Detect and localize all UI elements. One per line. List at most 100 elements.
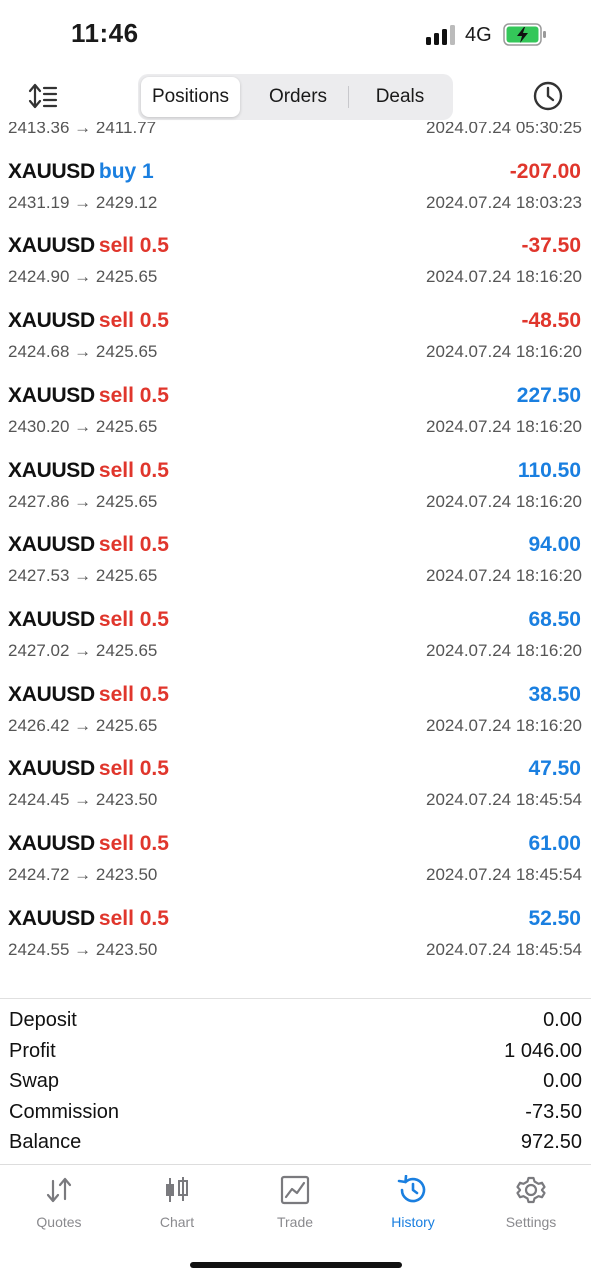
tab-trade[interactable]: Trade (236, 1175, 354, 1239)
deal-side: sell 0.5 (98, 309, 169, 333)
deal-profit: -48.50 (521, 309, 581, 333)
symbol-name: XAUUSD (8, 533, 95, 557)
deal-prices: 2424.55 → 2423.50 (8, 939, 158, 959)
deal-side: sell 0.5 (98, 533, 169, 557)
deal-datetime: 2024.07.24 18:16:20 (426, 715, 582, 735)
tab-history[interactable]: History (354, 1175, 472, 1239)
deal-side: sell 0.5 (98, 234, 169, 258)
tab-chart-label: Chart (159, 1214, 195, 1230)
deal-profit: 61.00 (528, 832, 581, 855)
summary-label: Swap (9, 1070, 60, 1092)
symbol-name: XAUUSD (8, 159, 95, 183)
tab-orders[interactable]: Orders (248, 77, 348, 117)
deal-prices: 2427.86 → 2425.65 (8, 491, 158, 511)
deal-side: sell 0.5 (98, 757, 169, 781)
deal-datetime: 2024.07.24 18:16:20 (426, 342, 582, 362)
deal-symbol: XAUUSD sell 0.5 (8, 384, 169, 408)
deal-datetime: 2024.07.24 18:03:23 (426, 192, 582, 212)
segmented-control: Positions Orders Deals (138, 74, 453, 120)
home-indicator (190, 1262, 402, 1268)
deal-symbol: XAUUSD sell 0.5 (8, 608, 169, 632)
deal-datetime: 2024.07.24 18:45:54 (426, 865, 582, 884)
deal-row[interactable]: XAUUSD sell 0.5 52.50 2424.55 → 2423.50 2024… (0, 900, 591, 975)
summary-value: 1 046.00 (504, 1039, 582, 1062)
summary-row-deposit: Deposit 0.00 (0, 1007, 591, 1037)
deal-row[interactable]: XAUUSD sell 0.5 47.50 2424.45 → 2423.50 2024… (0, 750, 591, 825)
deal-profit: 52.50 (528, 906, 581, 930)
deal-symbol: XAUUSD sell 0.5 (8, 907, 169, 931)
deal-profit: 68.50 (528, 607, 581, 631)
clock-icon[interactable] (532, 80, 564, 112)
deal-datetime: 2024.07.24 18:16:20 (426, 491, 582, 511)
deals-list[interactable]: XAUUSDsell 0.579.502413.36 → 2411.772024… (0, 122, 591, 998)
symbol-name: XAUUSD (8, 234, 95, 258)
deal-side: sell 0.5 (98, 607, 169, 631)
deal-profit: 94.00 (528, 533, 581, 557)
deal-prices: 2424.72 → 2423.50 (8, 865, 158, 884)
deal-side: sell 0.5 (98, 682, 169, 706)
summary-row-profit: Profit 1 046.00 (0, 1038, 591, 1068)
symbol-name: XAUUSD (8, 832, 95, 855)
deal-symbol: XAUUSD sell 0.5 (8, 533, 169, 557)
deal-symbol: XAUUSD sell 0.5 (8, 309, 169, 333)
symbol-name: XAUUSD (8, 757, 95, 781)
deal-row[interactable]: XAUUSD sell 0.5 -37.50 2424.90 → 2425.65 202… (0, 227, 591, 302)
deal-prices: 2430.20 → 2425.65 (8, 416, 158, 436)
deal-datetime: 2024.07.24 18:16:20 (426, 640, 582, 660)
deal-prices: 2427.53 → 2425.65 (8, 566, 158, 586)
deal-profit: -207.00 (509, 159, 581, 183)
history-icon (397, 1175, 426, 1203)
deal-profit: 227.50 (516, 383, 581, 407)
deal-row[interactable]: XAUUSD sell 0.5 38.50 2426.42 → 2425.65 2024… (0, 676, 591, 751)
trade-icon (280, 1175, 310, 1205)
summary-label: Balance (9, 1131, 82, 1153)
tab-settings-label: Settings (505, 1214, 557, 1230)
deal-symbol: XAUUSD sell 0.5 (8, 459, 169, 483)
deal-prices: 2426.42 → 2425.65 (8, 715, 158, 735)
symbol-name: XAUUSD (8, 906, 95, 930)
summary-label: Profit (9, 1039, 56, 1062)
deal-prices: 2424.68 → 2425.65 (8, 342, 158, 362)
tab-positions[interactable]: Positions (141, 77, 240, 117)
summary-row-commission: Commission -73.50 (0, 1099, 591, 1129)
deal-row[interactable]: XAUUSD buy 1 -207.00 2431.19 → 2429.12 2024.… (0, 153, 591, 228)
battery-charging-icon (503, 23, 546, 46)
tab-bar: Quotes Chart Trade History Settings (0, 1165, 591, 1245)
deal-profit: 110.50 (517, 458, 581, 482)
deal-symbol: XAUUSD buy 1 (8, 160, 154, 184)
deal-row[interactable]: XAUUSD sell 0.5 110.50 2427.86 → 2425.65 202… (0, 452, 591, 527)
deal-row[interactable]: XAUUSDsell 0.579.502413.36 → 2411.772024… (0, 122, 591, 153)
summary-value: -73.50 (525, 1100, 582, 1123)
summary-value: 972.50 (520, 1131, 582, 1153)
deal-row[interactable]: XAUUSD sell 0.5 -48.50 2424.68 → 2425.65 202… (0, 302, 591, 377)
quotes-icon (46, 1177, 72, 1203)
deal-profit: 47.50 (528, 757, 581, 781)
chart-icon (166, 1177, 188, 1202)
tab-history-label: History (391, 1214, 435, 1230)
deal-prices: 2427.02 → 2425.65 (8, 640, 158, 660)
deal-prices: 2413.36 → 2411.77 (8, 122, 157, 137)
deal-datetime: 2024.07.24 18:16:20 (426, 267, 582, 287)
signal-strength-icon (426, 25, 456, 45)
deal-row[interactable]: XAUUSD sell 0.5 61.00 2424.72 → 2423.50 2024… (0, 825, 591, 900)
tab-quotes-label: Quotes (36, 1214, 82, 1230)
header: Positions Orders Deals (0, 70, 591, 122)
tab-quotes[interactable]: Quotes (0, 1175, 118, 1239)
status-bar: 11:46 4G (0, 0, 591, 70)
deal-datetime: 2024.07.24 05:30:25 (426, 122, 582, 137)
symbol-name: XAUUSD (8, 309, 95, 333)
summary-divider (0, 998, 591, 999)
deal-side: sell 0.5 (98, 383, 169, 407)
tab-deals[interactable]: Deals (350, 77, 450, 117)
deal-row[interactable]: XAUUSD sell 0.5 68.50 2427.02 → 2425.65 2024… (0, 601, 591, 676)
sort-icon[interactable] (27, 82, 61, 110)
summary-value: 0.00 (543, 1009, 582, 1031)
deal-row[interactable]: XAUUSD sell 0.5 94.00 2427.53 → 2425.65 2024… (0, 526, 591, 601)
deal-datetime: 2024.07.24 18:16:20 (426, 416, 582, 436)
deal-prices: 2431.19 → 2429.12 (8, 192, 158, 212)
deal-row[interactable]: XAUUSD sell 0.5 227.50 2430.20 → 2425.65 202… (0, 377, 591, 452)
tab-settings[interactable]: Settings (472, 1175, 590, 1239)
tab-chart[interactable]: Chart (118, 1175, 236, 1239)
deal-prices: 2424.45 → 2423.50 (8, 790, 158, 810)
deal-symbol: XAUUSD sell 0.5 (8, 832, 169, 856)
